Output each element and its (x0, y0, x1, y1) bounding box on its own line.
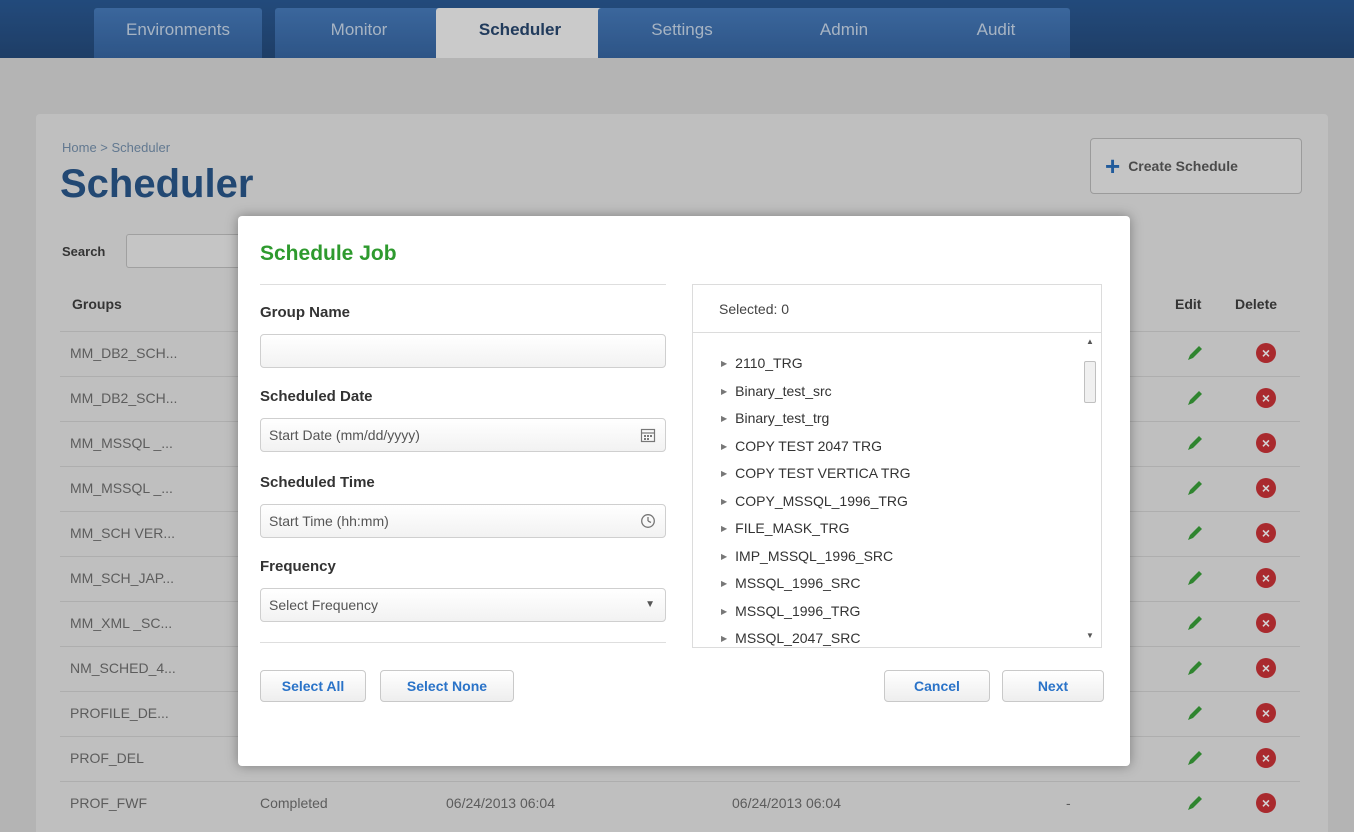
tree-item[interactable]: ▶ IMP_MSSQL_1996_SRC (721, 548, 893, 564)
date-placeholder: Start Date (mm/dd/yyyy) (269, 427, 420, 443)
tree-item-label: COPY_MSSQL_1996_TRG (735, 492, 908, 509)
group-name-input[interactable] (260, 334, 666, 368)
caret-right-icon[interactable]: ▶ (721, 524, 727, 533)
tree-item-label: MSSQL_1996_TRG (735, 602, 861, 619)
select-all-button[interactable]: Select All (260, 670, 366, 702)
caret-right-icon[interactable]: ▶ (721, 469, 727, 478)
tree-item-label: MSSQL_1996_SRC (735, 575, 861, 591)
frequency-value: Select Frequency (269, 597, 378, 613)
caret-right-icon[interactable]: ▶ (721, 414, 727, 423)
schedule-job-dialog: Schedule Job Group Name Scheduled Date S… (238, 216, 1130, 766)
calendar-icon[interactable] (640, 427, 656, 443)
time-placeholder: Start Time (hh:mm) (269, 513, 389, 529)
tree-scrollbar[interactable]: ▲ ▼ (1081, 335, 1099, 645)
tree-item[interactable]: ▶ MSSQL_1996_TRG (721, 603, 860, 619)
frequency-select[interactable]: Select Frequency ▼ (260, 588, 666, 622)
caret-right-icon[interactable]: ▶ (721, 359, 727, 368)
caret-right-icon[interactable]: ▶ (721, 579, 727, 588)
tree-item[interactable]: ▶ COPY_MSSQL_1996_TRG (721, 493, 908, 509)
group-name-label: Group Name (260, 304, 351, 321)
dropdown-arrow-icon: ▼ (645, 599, 655, 610)
tree-item[interactable]: ▶ FILE_MASK_TRG (721, 520, 850, 536)
tree-item-label: FILE_MASK_TRG (735, 520, 850, 536)
tree-item[interactable]: ▶ MSSQL_1996_SRC (721, 575, 860, 591)
next-button[interactable]: Next (1002, 670, 1104, 702)
caret-right-icon[interactable]: ▶ (721, 634, 727, 643)
tree-item-label: Binary_test_trg (735, 410, 830, 426)
clock-icon[interactable] (640, 513, 656, 529)
scroll-up-icon[interactable]: ▲ (1086, 337, 1094, 346)
scheduled-time-label: Scheduled Time (260, 474, 375, 491)
tree-item-label: IMP_MSSQL_1996_SRC (735, 547, 894, 564)
divider (260, 284, 666, 285)
tree-item-label: 2110_TRG (735, 355, 803, 371)
selected-count: Selected: 0 (693, 285, 1101, 333)
caret-right-icon[interactable]: ▶ (721, 387, 727, 396)
tree-item[interactable]: ▶ COPY TEST 2047 TRG (721, 438, 882, 454)
scheduled-date-input[interactable]: Start Date (mm/dd/yyyy) (260, 418, 666, 452)
scrollbar-thumb[interactable] (1084, 361, 1096, 403)
caret-right-icon[interactable]: ▶ (721, 607, 727, 616)
scroll-down-icon[interactable]: ▼ (1086, 631, 1094, 640)
caret-right-icon[interactable]: ▶ (721, 552, 727, 561)
caret-right-icon[interactable]: ▶ (721, 442, 727, 451)
tree-item[interactable]: ▶ 2110_TRG (721, 355, 803, 371)
tree-item-label: MSSQL_2047_SRC (735, 630, 861, 646)
tree-item[interactable]: ▶ COPY TEST VERTICA TRG (721, 465, 910, 481)
frequency-label: Frequency (260, 558, 336, 575)
tree-item[interactable]: ▶ Binary_test_src (721, 383, 832, 399)
caret-right-icon[interactable]: ▶ (721, 497, 727, 506)
tree-item[interactable]: ▶ MSSQL_2047_SRC (721, 630, 860, 646)
divider (260, 642, 666, 643)
cancel-button[interactable]: Cancel (884, 670, 990, 702)
dialog-title: Schedule Job (260, 242, 397, 265)
scheduled-date-label: Scheduled Date (260, 388, 373, 405)
tree-item-label: Binary_test_src (735, 382, 832, 399)
tree-item-label: COPY TEST VERTICA TRG (735, 465, 911, 481)
tree-item[interactable]: ▶ Binary_test_trg (721, 410, 829, 426)
select-none-button[interactable]: Select None (380, 670, 514, 702)
scheduled-time-input[interactable]: Start Time (hh:mm) (260, 504, 666, 538)
tree-item-label: COPY TEST 2047 TRG (735, 437, 882, 454)
group-tree-panel: Selected: 0 ▶ 2110_TRG ▶ Binary_test_src ▶ Bi… (692, 284, 1102, 648)
